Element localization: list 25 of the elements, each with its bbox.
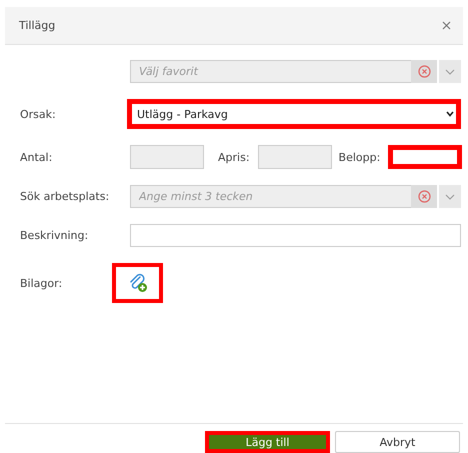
paperclip-plus-icon xyxy=(128,273,148,293)
clear-button[interactable] xyxy=(411,60,437,83)
dropdown-button[interactable] xyxy=(439,60,461,83)
dialog-title: Tillägg xyxy=(19,19,56,32)
chevron-icon xyxy=(445,68,455,74)
field-label: Beskrivning: xyxy=(20,229,88,242)
combo-field[interactable]: Välj favorit xyxy=(130,60,411,83)
field-label: Bilagor: xyxy=(20,276,62,290)
field-label: Sök arbetsplats: xyxy=(20,190,110,203)
cancel-button[interactable]: Avbryt xyxy=(335,431,460,453)
field-label: Apris: xyxy=(218,150,250,164)
clear-icon xyxy=(418,65,430,78)
attach-button[interactable] xyxy=(112,263,163,303)
reason-select[interactable]: Utlägg - Parkavg xyxy=(127,99,461,129)
dropdown-button[interactable] xyxy=(439,185,461,208)
add-button[interactable]: Lägg till xyxy=(205,431,330,453)
field-label: Orsak: xyxy=(20,108,56,120)
field-label: Antal: xyxy=(20,150,52,164)
clear-icon xyxy=(418,190,430,203)
close-icon[interactable] xyxy=(442,21,451,30)
clear-button[interactable] xyxy=(411,185,437,208)
input-field[interactable] xyxy=(130,224,461,247)
chevron-icon xyxy=(446,111,454,117)
chevron-icon xyxy=(445,194,455,200)
field-label: Belopp: xyxy=(338,150,380,164)
